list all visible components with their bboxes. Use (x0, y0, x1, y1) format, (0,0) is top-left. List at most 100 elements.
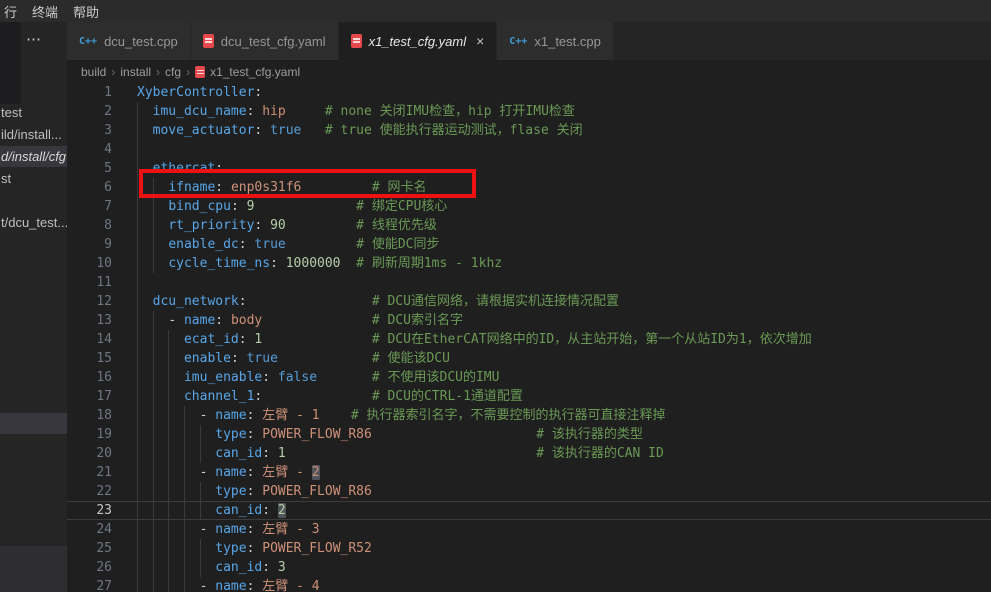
code-line[interactable]: 21 - name: 左臂 - 2 (67, 463, 991, 482)
indent-guide (168, 482, 169, 501)
indent-guide (200, 539, 201, 558)
code-line[interactable]: 17 channel_1: # DCU的CTRL-1通道配置 (67, 387, 991, 406)
line-number[interactable]: 8 (67, 216, 112, 235)
indent-guide (153, 311, 154, 330)
code-token: # DCU通信网络，请根据实机连接情况配置 (372, 294, 619, 309)
code-line-content: enable_dc: true # 使能DC同步 (112, 235, 991, 254)
code-token: # none 关闭IMU检查，hip 打开IMU检查 (325, 104, 575, 119)
code-line[interactable]: 2 imu_dcu_name: hip # none 关闭IMU检查，hip 打… (67, 102, 991, 121)
line-number[interactable]: 11 (67, 273, 112, 292)
code-line[interactable]: 23 can_id: 2 (67, 501, 991, 520)
line-number[interactable]: 1 (67, 83, 112, 102)
breadcrumb-item-build[interactable]: build (81, 65, 106, 79)
line-number[interactable]: 13 (67, 311, 112, 330)
code-token: imu_dcu_name (153, 104, 247, 119)
line-number[interactable]: 10 (67, 254, 112, 273)
indent-guide (184, 463, 185, 482)
line-number[interactable]: 12 (67, 292, 112, 311)
code-line[interactable]: 25 type: POWER_FLOW_R52 (67, 539, 991, 558)
indent-guide (153, 235, 154, 254)
code-line[interactable]: 26 can_id: 3 (67, 558, 991, 577)
code-line[interactable]: 15 enable: true # 使能该DCU (67, 349, 991, 368)
editor[interactable]: 1XyberController:2 imu_dcu_name: hip # n… (67, 83, 991, 592)
code-line-content: type: POWER_FLOW_R86 # 该执行器的类型 (112, 425, 991, 444)
line-number[interactable]: 20 (67, 444, 112, 463)
code-line[interactable]: 22 type: POWER_FLOW_R86 (67, 482, 991, 501)
code-line[interactable]: 3 move_actuator: true # true 使能执行器运动测试，f… (67, 121, 991, 140)
indent-guide (168, 577, 169, 592)
menu-bar: 行终端帮助 (0, 0, 991, 22)
breadcrumb-item-install[interactable]: install (120, 65, 151, 79)
code-line[interactable]: 10 cycle_time_ns: 1000000 # 刷新周期1ms - 1k… (67, 254, 991, 273)
sidebar-list-item[interactable]: test (0, 102, 67, 123)
sidebar-list-item[interactable]: d/install/cfg (0, 146, 67, 167)
line-number[interactable]: 22 (67, 482, 112, 501)
indent-guide (137, 330, 138, 349)
sidebar-list-item[interactable]: t/dcu_test... (0, 212, 67, 233)
line-number[interactable]: 14 (67, 330, 112, 349)
code-line[interactable]: 8 rt_priority: 90 # 线程优先级 (67, 216, 991, 235)
code-token (137, 503, 215, 518)
indent-guide (168, 406, 169, 425)
breadcrumb-item-cfg[interactable]: cfg (165, 65, 181, 79)
line-number[interactable]: 25 (67, 539, 112, 558)
code-line[interactable]: 1XyberController: (67, 83, 991, 102)
code-token: 90 (270, 218, 286, 233)
line-number[interactable]: 5 (67, 159, 112, 178)
line-number[interactable]: 24 (67, 520, 112, 539)
code-token: can_id (215, 560, 262, 575)
code-line[interactable]: 18 - name: 左臂 - 1 # 执行器索引名字，不需要控制的执行器可直接… (67, 406, 991, 425)
code-token (137, 389, 184, 404)
tab-dcu_test_cfg.yaml[interactable]: dcu_test_cfg.yaml (191, 22, 339, 60)
line-number[interactable]: 4 (67, 140, 112, 159)
menu-item-终端[interactable]: 终端 (29, 2, 61, 21)
code-line[interactable]: 16 imu_enable: false # 不使用该DCU的IMU (67, 368, 991, 387)
code-token: ethercat (153, 161, 216, 176)
breadcrumb-item-x1_test_cfg.yaml[interactable]: x1_test_cfg.yaml (210, 65, 300, 79)
line-number[interactable]: 27 (67, 577, 112, 592)
tab-dcu_test.cpp[interactable]: C++dcu_test.cpp (67, 22, 191, 60)
menu-item-帮助[interactable]: 帮助 (70, 2, 102, 21)
line-number[interactable]: 19 (67, 425, 112, 444)
line-number[interactable]: 18 (67, 406, 112, 425)
code-line[interactable]: 11 (67, 273, 991, 292)
line-number[interactable]: 15 (67, 349, 112, 368)
code-line[interactable]: 9 enable_dc: true # 使能DC同步 (67, 235, 991, 254)
code-token: true (270, 123, 301, 138)
code-line[interactable]: 20 can_id: 1 # 该执行器的CAN ID (67, 444, 991, 463)
tab-x1_test.cpp[interactable]: C++x1_test.cpp (497, 22, 614, 60)
code-line[interactable]: 12 dcu_network: # DCU通信网络，请根据实机连接情况配置 (67, 292, 991, 311)
code-line[interactable]: 13 - name: body # DCU索引名字 (67, 311, 991, 330)
code-token: : (254, 123, 270, 138)
sidebar-list-item[interactable]: st (0, 168, 67, 189)
more-actions-button[interactable]: ⋯ (26, 30, 42, 48)
indent-guide (137, 558, 138, 577)
sidebar-list-item[interactable]: ild/install... (0, 124, 67, 145)
menu-item-行[interactable]: 行 (1, 2, 20, 21)
indent-guide (184, 577, 185, 592)
line-number[interactable]: 17 (67, 387, 112, 406)
line-number[interactable]: 21 (67, 463, 112, 482)
line-number[interactable]: 9 (67, 235, 112, 254)
line-number[interactable]: 23 (67, 502, 112, 519)
code-line[interactable]: 5 ethercat: (67, 159, 991, 178)
line-number[interactable]: 3 (67, 121, 112, 140)
line-number[interactable]: 2 (67, 102, 112, 121)
tab-x1_test_cfg.yaml[interactable]: x1_test_cfg.yaml× (339, 22, 498, 60)
close-icon[interactable]: × (476, 33, 484, 49)
code-token (137, 332, 184, 347)
code-line[interactable]: 6 ifname: enp0s31f6 # 网卡名 (67, 178, 991, 197)
line-number[interactable]: 16 (67, 368, 112, 387)
code-line[interactable]: 14 ecat_id: 1 # DCU在EtherCAT网络中的ID，从主站开始… (67, 330, 991, 349)
indent-guide (168, 502, 169, 519)
line-number[interactable]: 26 (67, 558, 112, 577)
line-number[interactable]: 7 (67, 197, 112, 216)
code-line[interactable]: 19 type: POWER_FLOW_R86 # 该执行器的类型 (67, 425, 991, 444)
code-line[interactable]: 27 - name: 左臂 - 4 (67, 577, 991, 592)
code-line-content: can_id: 3 (112, 558, 991, 577)
code-line[interactable]: 24 - name: 左臂 - 3 (67, 520, 991, 539)
code-line[interactable]: 4 (67, 140, 991, 159)
sidebar-list-item[interactable] (0, 413, 67, 434)
line-number[interactable]: 6 (67, 178, 112, 197)
code-line[interactable]: 7 bind_cpu: 9 # 绑定CPU核心 (67, 197, 991, 216)
